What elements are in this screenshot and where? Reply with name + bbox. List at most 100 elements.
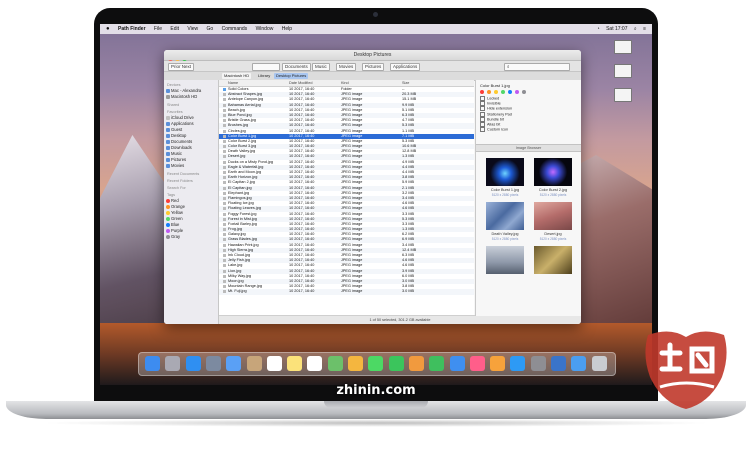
table-row[interactable]: Mt. Fuji.jpg 10 2017, 16:40 JPEG image 3.0 … [219,289,474,295]
downloads-icon[interactable] [571,356,587,371]
preferences-icon[interactable] [530,356,546,371]
path-item-macintosh-hd[interactable]: Macintosh HD [222,73,252,79]
menu-bar: ● Path Finder File Edit View Go Commands… [100,24,652,34]
menu-go[interactable]: Go [207,24,214,34]
spotlight-icon[interactable]: ⌕ [634,24,637,34]
desktop-file[interactable] [604,64,642,78]
watermark-logo [645,331,727,409]
view-mode-control[interactable] [252,63,280,71]
tag-swatch[interactable] [515,90,519,94]
column-date[interactable]: Date Modified [289,80,312,86]
image-file-icon [223,160,226,164]
pages-icon[interactable] [408,356,424,371]
image-file-icon [223,176,226,180]
file-date: 10 2017, 16:40 [289,289,315,294]
attribute-options: Locked Invisible Hide extension Stationery … [476,96,581,132]
desktop-file[interactable] [604,40,642,54]
tag-swatch[interactable] [494,90,498,94]
path-finder-icon[interactable] [551,356,566,371]
sidebar-tag-label: Gray [171,234,181,239]
applications-button[interactable]: Applications [390,63,421,71]
music-button[interactable]: Music [312,63,330,71]
image-file-icon [223,191,226,195]
thumbnail-desert[interactable] [534,202,572,230]
thumbnail-color-burst-2[interactable] [534,158,572,186]
tag-swatch[interactable] [508,90,512,94]
keynote-icon[interactable] [449,356,465,371]
thumbnail-label: Desert.jpg [544,232,562,236]
apple-menu-icon[interactable]: ● [106,24,110,34]
launchpad-icon[interactable] [165,356,181,371]
appstore-icon[interactable] [510,356,526,371]
column-kind[interactable]: Kind [341,80,349,86]
desktop-file[interactable] [604,88,642,102]
notification-center-icon[interactable]: ≡ [643,24,646,34]
safari-icon[interactable] [185,356,201,371]
tag-swatch[interactable] [487,90,491,94]
photos-icon[interactable] [348,356,363,371]
menu-window[interactable]: Window [256,24,274,34]
thumbnail-image[interactable] [534,246,572,274]
tag-swatch[interactable] [501,90,505,94]
sidebar-tag-label: Purple [171,228,184,233]
maps-icon[interactable] [327,356,343,371]
thumbnail-label: Color Burst 2.jpg [538,188,568,192]
sidebar-section-devices: Devices [167,83,181,87]
menu-file[interactable]: File [154,24,162,34]
search-input[interactable]: ⌕ [504,63,570,71]
sidebar-item-movies[interactable]: Movies [164,163,218,169]
column-size[interactable]: Size [402,80,409,86]
wifi-icon[interactable]: ◔ [597,24,600,34]
sidebar-tag-label: Green [171,216,183,221]
image-file-icon [223,228,226,232]
ibooks-icon[interactable] [490,356,506,371]
mail-icon[interactable] [226,356,242,371]
menu-extras: ◔ Sat 17:07 ⌕ ≡ [592,24,646,34]
pictures-button[interactable]: Pictures [362,63,385,71]
contacts-icon[interactable] [246,356,262,371]
image-browser-header: Image Browser [476,144,581,152]
tag-swatch[interactable] [522,90,526,94]
path-item-library[interactable]: Library [256,73,272,79]
menu-commands[interactable]: Commands [222,24,248,34]
messages-icon[interactable] [368,356,384,371]
sidebar-item-macintosh-hd[interactable]: Macintosh HD [164,94,218,100]
notes-icon[interactable] [287,356,303,371]
sidebar-tag-6[interactable]: Gray [164,234,218,240]
calendar-icon[interactable] [266,356,282,371]
menu-view[interactable]: View [187,24,198,34]
image-file-icon [223,108,226,112]
attribute-checkbox[interactable]: Custom icon [480,127,581,132]
thumbnail-image[interactable] [486,246,524,274]
reminders-icon[interactable] [307,356,323,371]
menu-edit[interactable]: Edit [170,24,179,34]
movies-button[interactable]: Movies [336,63,357,71]
file-name: Mt. Fuji.jpg [228,289,247,294]
trash-icon[interactable] [591,356,607,371]
image-file-icon [223,119,226,123]
menu-app-name[interactable]: Path Finder [118,24,146,34]
sidebar-item-label: iCloud Drive [171,115,194,120]
itunes-icon[interactable] [469,356,485,371]
image-file-icon [223,233,226,237]
image-file-icon [223,113,226,117]
path-item-desktop-pictures[interactable]: Desktop Pictures [274,73,309,79]
numbers-icon[interactable] [429,356,445,371]
finder-icon[interactable] [145,356,160,371]
documents-button[interactable]: Documents [282,63,311,71]
tag-list: Red Orange Yellow Green Blue Purple Gray [164,198,218,240]
file-rows: Solid Colors 10 2017, 16:40 Folder -- Abstra… [219,87,474,295]
column-name[interactable]: Name [228,80,238,86]
facetime-icon[interactable] [388,356,404,371]
folder-icon [166,140,170,144]
tag-swatch[interactable] [480,90,484,94]
clock[interactable]: Sat 17:07 [606,24,627,34]
thumbnail-death-valley[interactable] [486,202,524,230]
thumbnail-color-burst-1[interactable] [486,158,524,186]
sidebar-item-label: Macintosh HD [171,94,198,99]
rocket-icon[interactable] [205,356,221,371]
disk-icon [166,95,170,99]
back-forward-button[interactable]: Prior Next [168,63,195,71]
folder-icon [223,88,226,91]
menu-help[interactable]: Help [282,24,292,34]
